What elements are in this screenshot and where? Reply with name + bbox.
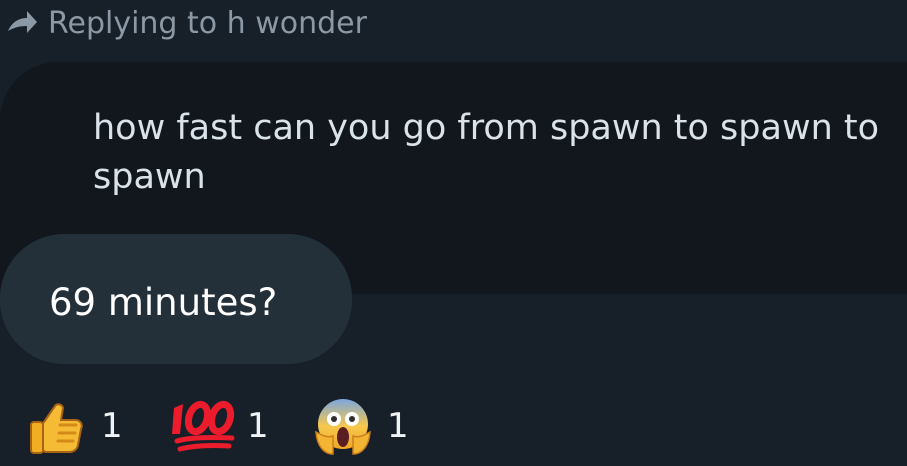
thumbs-up-icon (25, 394, 89, 458)
quoted-message-text: how fast can you go from spawn to spawn … (93, 108, 880, 197)
reaction-count-screaming-face: 1 (387, 406, 409, 446)
reaction-thumbs-up[interactable]: 1 (25, 391, 123, 461)
reply-context-label: Replying to h wonder (48, 5, 367, 41)
reaction-hundred-points[interactable]: 1 (171, 391, 269, 461)
screaming-face-icon (311, 394, 375, 458)
reply-context: Replying to h wonder (4, 3, 367, 43)
reaction-count-thumbs-up: 1 (101, 406, 123, 446)
reaction-bar: 1 1 1 (25, 391, 885, 461)
reply-arrow-icon (4, 6, 38, 40)
message-thread: Replying to h wonder how fast can you go… (0, 0, 907, 466)
reaction-count-hundred-points: 1 (247, 406, 269, 446)
reaction-screaming-face[interactable]: 1 (311, 391, 409, 461)
reply-message-text: 69 minutes? (49, 281, 278, 324)
hundred-points-icon (171, 394, 235, 458)
